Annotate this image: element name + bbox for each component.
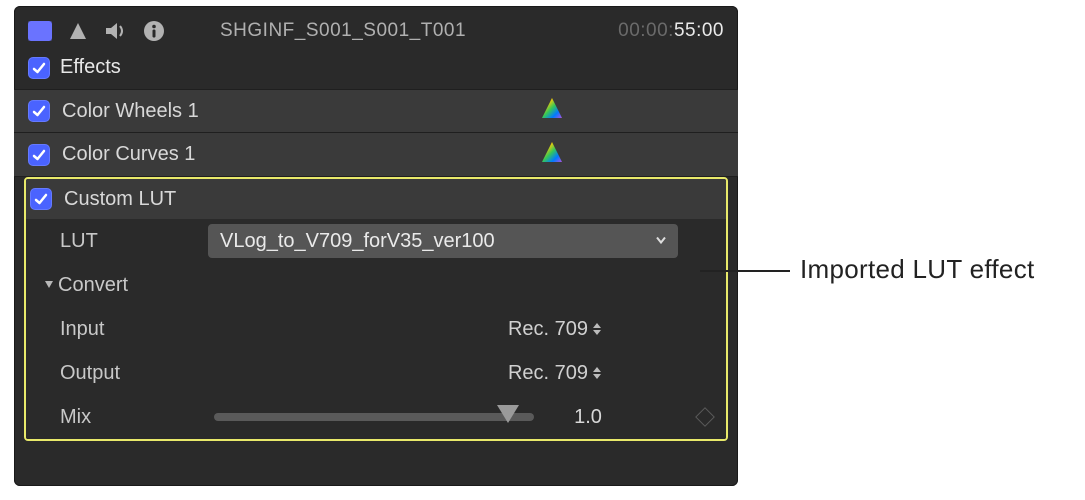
keyframe-diamond-icon[interactable] (695, 407, 715, 427)
effect-row-color-curves[interactable]: Color Curves 1 (14, 133, 738, 177)
inspector-panel: SHGINF_S001_S001_T001 00:00:55:00 Effect… (14, 6, 738, 486)
audio-tab-icon[interactable] (104, 19, 128, 43)
effect-checkbox[interactable] (30, 188, 52, 210)
input-param-row: Input Rec. 709 (26, 307, 726, 351)
convert-group-header[interactable]: Convert (26, 263, 726, 307)
slider-knob-icon[interactable] (497, 405, 519, 423)
effects-section-label: Effects (60, 56, 121, 79)
color-effect-icon[interactable] (540, 140, 564, 170)
output-value: Rec. 709 (508, 362, 588, 385)
effect-checkbox[interactable] (28, 100, 50, 122)
output-param-label: Output (60, 362, 210, 385)
effect-row-color-wheels[interactable]: Color Wheels 1 (14, 89, 738, 133)
color-tab-icon[interactable] (66, 19, 90, 43)
input-value: Rec. 709 (508, 318, 588, 341)
input-popup[interactable]: Rec. 709 (508, 318, 602, 341)
mix-slider[interactable] (214, 413, 534, 421)
mix-param-row: Mix 1.0 (26, 395, 726, 439)
stepper-icon (592, 322, 602, 336)
effect-label: Color Wheels 1 (62, 100, 528, 123)
effect-checkbox[interactable] (28, 144, 50, 166)
effect-row-custom-lut[interactable]: Custom LUT (26, 179, 726, 219)
output-param-row: Output Rec. 709 (26, 351, 726, 395)
info-tab-icon[interactable] (142, 19, 166, 43)
clip-title: SHGINF_S001_S001_T001 (180, 20, 604, 42)
mix-param-label: Mix (60, 406, 210, 429)
stepper-icon (592, 366, 602, 380)
effect-label: Custom LUT (64, 188, 712, 211)
lut-param-label: LUT (60, 230, 208, 253)
disclosure-triangle-icon[interactable] (40, 273, 58, 297)
lut-param-row: LUT VLog_to_V709_forV35_ver100 (26, 219, 726, 263)
effects-master-checkbox[interactable] (28, 57, 50, 79)
callout-text: Imported LUT effect (800, 254, 1035, 285)
timecode-dim: 00:00: (618, 20, 674, 41)
color-effect-icon[interactable] (540, 96, 564, 126)
custom-lut-highlighted-block: Custom LUT LUT VLog_to_V709_forV35_ver10… (24, 177, 728, 441)
inspector-topbar: SHGINF_S001_S001_T001 00:00:55:00 (14, 6, 738, 50)
convert-group-label: Convert (58, 274, 208, 297)
timecode: 00:00:55:00 (618, 20, 724, 42)
chevron-down-icon (654, 230, 668, 253)
output-popup[interactable]: Rec. 709 (508, 362, 602, 385)
timecode-bright: 55:00 (674, 20, 724, 41)
lut-select[interactable]: VLog_to_V709_forV35_ver100 (208, 224, 678, 258)
lut-select-value: VLog_to_V709_forV35_ver100 (220, 230, 495, 253)
video-tab-icon[interactable] (28, 19, 52, 43)
effects-section-header[interactable]: Effects (14, 50, 738, 89)
mix-value[interactable]: 1.0 (558, 406, 618, 429)
effect-label: Color Curves 1 (62, 143, 528, 166)
input-param-label: Input (60, 318, 210, 341)
callout-line (700, 270, 790, 272)
